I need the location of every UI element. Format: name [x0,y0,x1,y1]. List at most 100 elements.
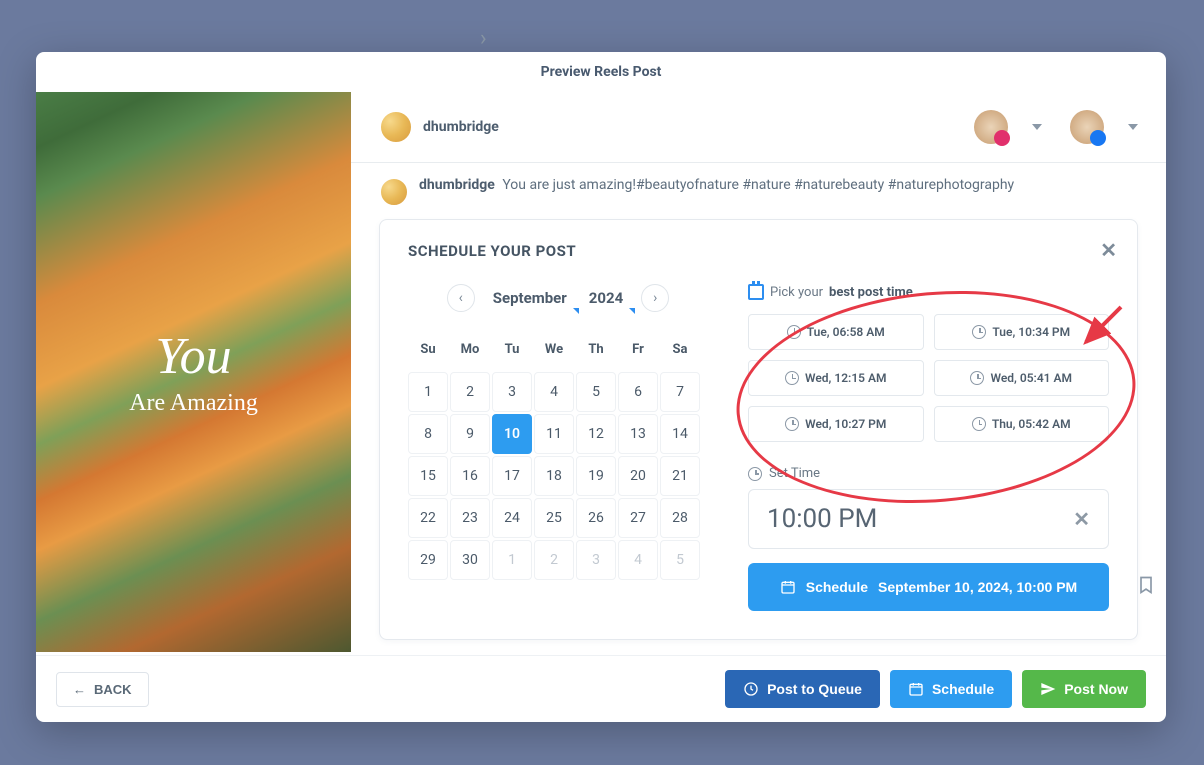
calendar-day[interactable]: 2 [450,372,490,412]
calendar-day: 5 [660,540,700,580]
calendar-day[interactable]: 7 [660,372,700,412]
bookmark-icon[interactable] [1136,572,1156,598]
pick-best-time-label: Pick your best post time [748,284,1109,300]
calendar-dow: Mo [450,330,490,370]
clock-icon [785,371,799,385]
best-time-chip[interactable]: Tue, 06:58 AM [748,314,924,350]
facebook-account-dropdown[interactable] [1070,110,1138,144]
clock-icon [970,371,984,385]
post-to-queue-button[interactable]: Post to Queue [725,670,880,708]
calendar-day[interactable]: 14 [660,414,700,454]
calendar-day[interactable]: 10 [492,414,532,454]
calendar-day[interactable]: 30 [450,540,490,580]
calendar-day[interactable]: 26 [576,498,616,538]
calendar-day[interactable]: 8 [408,414,448,454]
clock-icon [787,325,801,339]
clock-icon [972,417,986,431]
best-time-label: Tue, 06:58 AM [807,325,885,339]
calendar-day[interactable]: 3 [492,372,532,412]
calendar-month-selector[interactable]: September [489,285,571,311]
calendar-day[interactable]: 19 [576,456,616,496]
clock-icon [785,417,799,431]
calendar-day[interactable]: 27 [618,498,658,538]
time-input[interactable]: 10:00 PM ✕ [748,489,1109,549]
best-time-chip[interactable]: Wed, 10:27 PM [748,406,924,442]
calendar-icon [748,284,764,300]
clock-icon [972,325,986,339]
calendar-dow: Tu [492,330,532,370]
calendar-icon [908,681,924,697]
best-time-chip[interactable]: Thu, 05:42 AM [934,406,1110,442]
best-time-label: Wed, 12:15 AM [805,371,887,385]
clock-icon [748,467,762,481]
reel-preview-image: You Are Amazing [36,92,351,652]
calendar-dow: Th [576,330,616,370]
calendar-dow: Fr [618,330,658,370]
calendar-next-button[interactable]: › [641,284,669,312]
calendar-day[interactable]: 29 [408,540,448,580]
best-time-chip[interactable]: Wed, 12:15 AM [748,360,924,396]
calendar-day: 1 [492,540,532,580]
arrow-left-icon: ← [73,682,86,697]
calendar-day[interactable]: 28 [660,498,700,538]
calendar-day[interactable]: 13 [618,414,658,454]
calendar-prev-button[interactable]: ‹ [447,284,475,312]
calendar-icon [780,579,796,595]
caption-username: dhumbridge [419,177,495,193]
calendar-day[interactable]: 16 [450,456,490,496]
modal-footer: ← BACK Post to Queue Schedule Post Now [36,655,1166,722]
calendar-day[interactable]: 5 [576,372,616,412]
chevron-down-icon [1128,124,1138,130]
calendar-day[interactable]: 25 [534,498,574,538]
calendar-day[interactable]: 17 [492,456,532,496]
best-time-label: Wed, 10:27 PM [805,417,886,431]
calendar-day[interactable]: 18 [534,456,574,496]
calendar-day[interactable]: 22 [408,498,448,538]
set-time-label: Set Time [748,466,1109,481]
calendar: ‹ September 2024 › SuMoTuWeThFrSa1234567… [408,284,708,611]
clear-time-icon[interactable]: ✕ [1073,507,1090,531]
calendar-day[interactable]: 23 [450,498,490,538]
schedule-panel: SCHEDULE YOUR POST ✕ ‹ September 2024 › … [379,219,1138,640]
calendar-day[interactable]: 9 [450,414,490,454]
calendar-day[interactable]: 1 [408,372,448,412]
facebook-avatar-icon [1070,110,1104,144]
calendar-day: 2 [534,540,574,580]
calendar-day[interactable]: 21 [660,456,700,496]
calendar-day[interactable]: 12 [576,414,616,454]
calendar-day: 3 [576,540,616,580]
modal-title: Preview Reels Post [36,52,1166,92]
best-time-label: Wed, 05:41 AM [990,371,1072,385]
calendar-day[interactable]: 15 [408,456,448,496]
calendar-day[interactable]: 24 [492,498,532,538]
preview-reels-modal: Preview Reels Post You Are Amazing dhumb… [36,52,1166,722]
background-chevron-icon: › [480,26,487,51]
post-now-button[interactable]: Post Now [1022,670,1146,708]
schedule-confirm-button[interactable]: Schedule September 10, 2024, 10:00 PM [748,563,1109,611]
instagram-avatar-icon [974,110,1008,144]
time-input-value: 10:00 PM [767,504,877,534]
calendar-dow: We [534,330,574,370]
chevron-down-icon [1032,124,1042,130]
reel-text-line-2: Are Amazing [129,390,258,417]
calendar-dow: Sa [660,330,700,370]
calendar-day[interactable]: 11 [534,414,574,454]
calendar-day: 4 [618,540,658,580]
schedule-panel-title: SCHEDULE YOUR POST [408,242,1109,260]
post-caption: dhumbridge You are just amazing!#beautyo… [351,163,1166,215]
send-icon [1040,681,1056,697]
calendar-day[interactable]: 4 [534,372,574,412]
close-icon[interactable]: ✕ [1100,238,1117,262]
calendar-day[interactable]: 6 [618,372,658,412]
reel-text-line-1: You [155,327,231,386]
best-time-label: Thu, 05:42 AM [992,417,1071,431]
calendar-year-selector[interactable]: 2024 [585,285,627,311]
instagram-account-dropdown[interactable] [974,110,1042,144]
account-header: dhumbridge [351,92,1166,163]
best-time-chip[interactable]: Wed, 05:41 AM [934,360,1110,396]
caption-text: You are just amazing!#beautyofnature #na… [502,177,1014,193]
best-time-chip[interactable]: Tue, 10:34 PM [934,314,1110,350]
back-button[interactable]: ← BACK [56,672,149,707]
calendar-day[interactable]: 20 [618,456,658,496]
schedule-button[interactable]: Schedule [890,670,1012,708]
